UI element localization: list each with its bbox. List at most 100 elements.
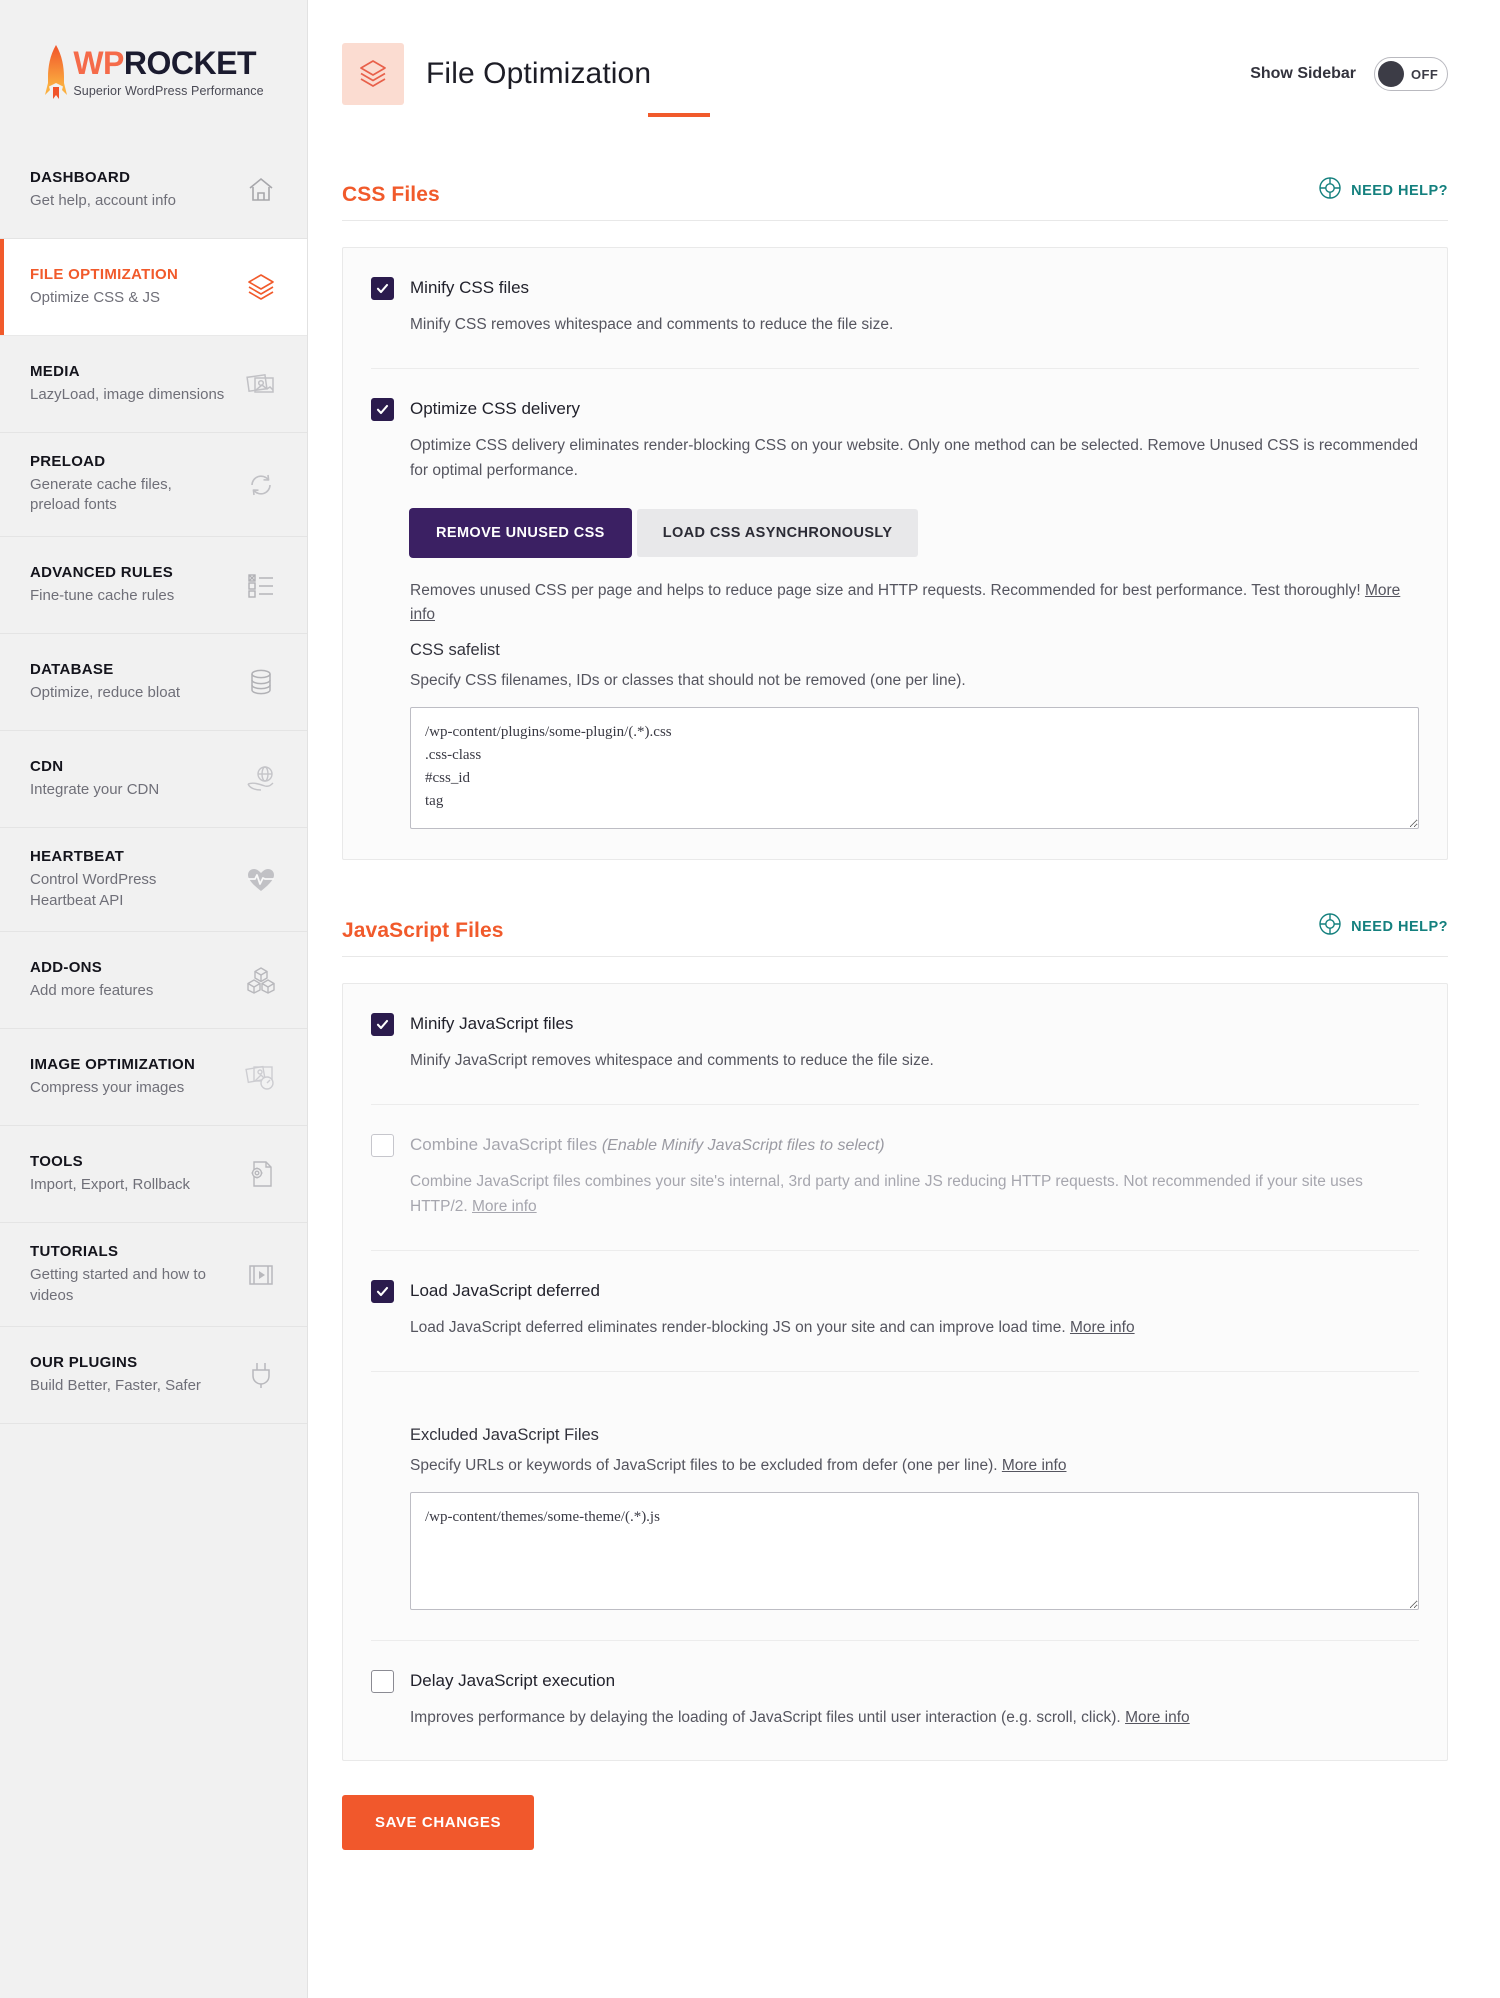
wp-rocket-app: WPROCKET Superior WordPress Performance … — [0, 0, 1500, 1998]
settings-content: CSS Files NEED HELP? Minify CSS files Mi… — [308, 148, 1500, 1890]
minify-js-description: Minify JavaScript removes whitespace and… — [410, 1052, 934, 1070]
css-safelist-textarea[interactable] — [410, 707, 1419, 830]
sidebar-item-title: DATABASE — [30, 660, 114, 678]
sidebar-item-sub: Optimize CSS & JS — [30, 288, 161, 306]
load-js-deferred-label: Load JavaScript deferred — [410, 1280, 600, 1300]
save-changes-button[interactable]: SAVE CHANGES — [342, 1795, 535, 1851]
sidebar-item-sub: Add more features — [30, 981, 154, 999]
js-settings-card: Minify JavaScript files Minify JavaScrip… — [342, 983, 1448, 1762]
optimize-css-delivery-description: Optimize CSS delivery eliminates render-… — [410, 436, 1418, 479]
load-js-deferred-checkbox[interactable] — [371, 1279, 394, 1303]
sidebar-item-database[interactable]: DATABASE Optimize, reduce bloat — [0, 634, 307, 732]
css-method-button-group: REMOVE UNUSED CSS LOAD CSS ASYNCHRONOUSL… — [410, 509, 1419, 558]
layers-icon — [342, 43, 404, 105]
sidebar-item-title: ADVANCED RULES — [30, 563, 174, 581]
sidebar-item-sub: Optimize, reduce bloat — [30, 683, 181, 701]
need-help-text: NEED HELP? — [1351, 918, 1448, 935]
delay-js-checkbox[interactable] — [371, 1669, 394, 1693]
css-settings-card: Minify CSS files Minify CSS removes whit… — [342, 247, 1448, 861]
heartbeat-icon — [241, 860, 281, 900]
sidebar-item-cdn[interactable]: CDN Integrate your CDN — [0, 731, 307, 829]
combine-js-hint: (Enable Minify JavaScript files to selec… — [601, 1137, 885, 1155]
setting-row-minify-css: Minify CSS files Minify CSS removes whit… — [371, 248, 1419, 369]
combine-js-label-text: Combine JavaScript files — [410, 1135, 598, 1155]
sidebar-item-title: DASHBOARD — [30, 168, 131, 186]
sidebar-item-title: FILE OPTIMIZATION — [30, 265, 179, 283]
need-help-link-js[interactable]: NEED HELP? — [1318, 912, 1448, 943]
optimize-css-delivery-checkbox[interactable] — [371, 397, 394, 421]
sidebar-item-tools[interactable]: TOOLS Import, Export, Rollback — [0, 1126, 307, 1224]
css-method-description: Removes unused CSS per page and helps to… — [410, 579, 1419, 627]
sidebar-item-title: TOOLS — [30, 1153, 83, 1171]
combine-js-description-text: Combine JavaScript files combines your s… — [410, 1173, 1363, 1216]
rocket-icon — [43, 43, 69, 101]
excluded-js-textarea[interactable] — [410, 1491, 1419, 1610]
sidebar-item-add-ons[interactable]: ADD-ONS Add more features — [0, 932, 307, 1030]
sidebar-item-file-optimization[interactable]: FILE OPTIMIZATION Optimize CSS & JS — [0, 239, 307, 336]
excluded-js-panel: Excluded JavaScript Files Specify URLs o… — [410, 1426, 1419, 1610]
images-icon — [241, 364, 281, 404]
toggle-knob — [1378, 61, 1404, 87]
sidebar-item-sub: LazyLoad, image dimensions — [30, 385, 225, 403]
more-info-link[interactable]: More info — [1070, 1319, 1135, 1336]
sidebar-item-sub: Compress your images — [30, 1078, 185, 1096]
minify-js-checkbox[interactable] — [371, 1013, 394, 1037]
setting-row-combine-js: Combine JavaScript files (Enable Minify … — [371, 1105, 1419, 1251]
logo-wp-text: WP — [73, 45, 124, 81]
page-title: File Optimization — [426, 57, 652, 90]
show-sidebar-toggle[interactable]: OFF — [1374, 57, 1448, 91]
save-section: SAVE CHANGES — [342, 1795, 1448, 1851]
sidebar-item-sub: Getting started and how to videos — [30, 1266, 206, 1304]
sidebar: WPROCKET Superior WordPress Performance … — [0, 0, 308, 1998]
sidebar-item-media[interactable]: MEDIA LazyLoad, image dimensions — [0, 336, 307, 433]
active-tab-indicator — [648, 113, 710, 117]
sidebar-item-tutorials[interactable]: TUTORIALS Getting started and how to vid… — [0, 1223, 307, 1328]
image-speed-icon — [241, 1057, 281, 1097]
sidebar-item-sub: Control WordPress Heartbeat API — [30, 870, 157, 909]
minify-css-label: Minify CSS files — [410, 278, 530, 297]
minify-css-description: Minify CSS removes whitespace and commen… — [410, 316, 894, 333]
sidebar-nav: DASHBOARD Get help, account info FILE OP… — [0, 142, 307, 1425]
sidebar-item-our-plugins[interactable]: OUR PLUGINS Build Better, Faster, Safer — [0, 1327, 307, 1425]
sidebar-item-sub: Get help, account info — [30, 191, 176, 209]
remove-unused-css-button[interactable]: REMOVE UNUSED CSS — [410, 509, 631, 558]
brand-logo[interactable]: WPROCKET Superior WordPress Performance — [0, 0, 307, 142]
delay-js-description-text: Improves performance by delaying the loa… — [410, 1708, 1121, 1726]
header-divider — [648, 115, 1448, 116]
globe-hand-icon — [241, 759, 281, 799]
sidebar-item-sub: Import, Export, Rollback — [30, 1175, 191, 1193]
logo-rocket-text: ROCKET — [123, 45, 257, 81]
need-help-link-css[interactable]: NEED HELP? — [1318, 176, 1448, 207]
sidebar-item-advanced-rules[interactable]: ADVANCED RULES Fine-tune cache rules — [0, 537, 307, 635]
sidebar-item-title: HEARTBEAT — [30, 848, 125, 866]
css-safelist-title: CSS safelist — [410, 641, 500, 660]
sidebar-item-sub: Integrate your CDN — [30, 780, 160, 798]
sidebar-item-dashboard[interactable]: DASHBOARD Get help, account info — [0, 142, 307, 239]
lifebuoy-icon — [1318, 176, 1342, 205]
brand-tagline: Superior WordPress Performance — [73, 84, 264, 98]
css-safelist-description: Specify CSS filenames, IDs or classes th… — [410, 672, 966, 690]
sidebar-item-title: PRELOAD — [30, 453, 106, 470]
sidebar-item-preload[interactable]: PRELOAD Generate cache files, preload fo… — [0, 433, 307, 538]
setting-row-delay-js: Delay JavaScript execution Improves perf… — [371, 1641, 1419, 1761]
combine-js-description: Combine JavaScript files combines your s… — [410, 1170, 1419, 1220]
more-info-link[interactable]: More info — [1125, 1709, 1190, 1726]
sidebar-item-title: IMAGE OPTIMIZATION — [30, 1056, 196, 1074]
refresh-icon — [241, 465, 281, 505]
combine-js-checkbox[interactable] — [371, 1134, 394, 1158]
delay-js-label: Delay JavaScript execution — [410, 1670, 616, 1690]
sidebar-item-title: ADD-ONS — [30, 959, 103, 977]
sidebar-item-image-optimization[interactable]: IMAGE OPTIMIZATION Compress your images — [0, 1029, 307, 1127]
sidebar-item-title: CDN — [30, 757, 64, 775]
more-info-link[interactable]: More info — [1002, 1457, 1067, 1474]
setting-row-excluded-js: Excluded JavaScript Files Specify URLs o… — [371, 1372, 1419, 1641]
sidebar-item-heartbeat[interactable]: HEARTBEAT Control WordPress Heartbeat AP… — [0, 828, 307, 933]
load-js-deferred-description: Load JavaScript deferred eliminates rend… — [410, 1316, 1419, 1341]
minify-js-label: Minify JavaScript files — [410, 1014, 574, 1034]
minify-css-checkbox[interactable] — [371, 277, 394, 300]
sidebar-item-title: TUTORIALS — [30, 1243, 119, 1261]
more-info-link[interactable]: More info — [472, 1198, 537, 1215]
combine-js-label: Combine JavaScript files (Enable Minify … — [410, 1133, 885, 1157]
load-css-asynchronously-button[interactable]: LOAD CSS ASYNCHRONOUSLY — [636, 509, 919, 558]
